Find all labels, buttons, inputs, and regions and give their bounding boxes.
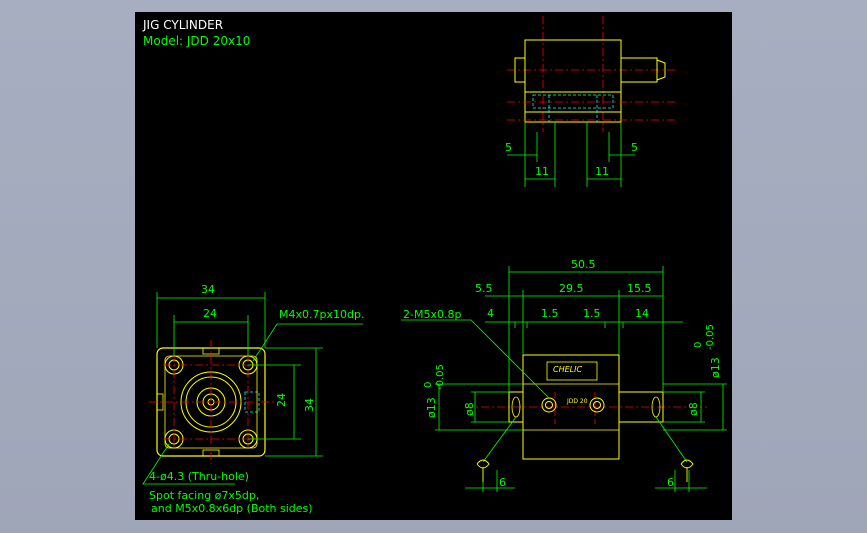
side-dim-overall: 50.5 bbox=[571, 258, 596, 271]
drawing-canvas: JIG CYLINDER Model: JDD 20x10 5 11 11 5 … bbox=[135, 12, 732, 520]
side-dim-4: 4 bbox=[487, 307, 494, 320]
cad-drawing: JIG CYLINDER Model: JDD 20x10 5 11 11 5 … bbox=[142, 16, 727, 515]
top-dim-11-right: 11 bbox=[595, 165, 609, 178]
top-dim-5-left: 5 bbox=[505, 141, 512, 154]
top-dim-5-right: 5 bbox=[631, 141, 638, 154]
tol-right-lower: -0.05 bbox=[705, 324, 716, 350]
drawing-title: JIG CYLINDER bbox=[142, 18, 223, 32]
hole-note: 4-ø4.3 (Thru-hole) bbox=[149, 470, 249, 483]
tol-left-dia: ø13 bbox=[425, 397, 438, 418]
front-dim-24-width: 24 bbox=[203, 307, 217, 320]
top-dim-11-left: 11 bbox=[535, 165, 549, 178]
thread-note: M4x0.7px10dp. bbox=[279, 308, 364, 321]
side-dim-mid: 29.5 bbox=[559, 282, 584, 295]
side-dim-6-right: 6 bbox=[667, 476, 674, 489]
tol-right-upper: 0 bbox=[693, 342, 704, 348]
side-dim-1-5-right: 1.5 bbox=[583, 307, 601, 320]
front-view: 34 24 24 34 M4x0.7px10dp. 4-ø4.3 (Thru-h… bbox=[142, 283, 364, 515]
side-dim-right: 15.5 bbox=[627, 282, 652, 295]
tol-right-dia: ø13 bbox=[709, 357, 722, 378]
front-dim-34-height: 34 bbox=[303, 398, 316, 412]
side-dim-left: 5.5 bbox=[475, 282, 493, 295]
side-view: CHELIC JDD 20 50.5 5.5 29.5 15.5 4 1.5 1… bbox=[401, 258, 727, 492]
side-rod-dia-right: ø8 bbox=[687, 402, 700, 416]
tol-left-upper: 0 bbox=[423, 382, 434, 388]
side-rod-dia-left: ø8 bbox=[463, 402, 476, 416]
side-dim-6-left: 6 bbox=[499, 476, 506, 489]
side-dim-1-5-left: 1.5 bbox=[541, 307, 559, 320]
port-note: 2-M5x0.8p bbox=[403, 308, 461, 321]
thread-depth-note: and M5x0.8x6dp (Both sides) bbox=[151, 502, 313, 515]
nameplate-model: JDD 20 bbox=[566, 398, 588, 405]
top-view: 5 11 11 5 bbox=[505, 16, 675, 187]
front-dim-34-width: 34 bbox=[201, 283, 215, 296]
side-dim-14: 14 bbox=[635, 307, 649, 320]
tol-left-lower: -0.05 bbox=[435, 364, 446, 390]
nameplate-brand: CHELIC bbox=[553, 365, 582, 374]
spot-facing-note: Spot facing ø7x5dp, bbox=[149, 489, 259, 502]
front-dim-24-height: 24 bbox=[275, 393, 288, 407]
drawing-model: Model: JDD 20x10 bbox=[143, 34, 250, 48]
